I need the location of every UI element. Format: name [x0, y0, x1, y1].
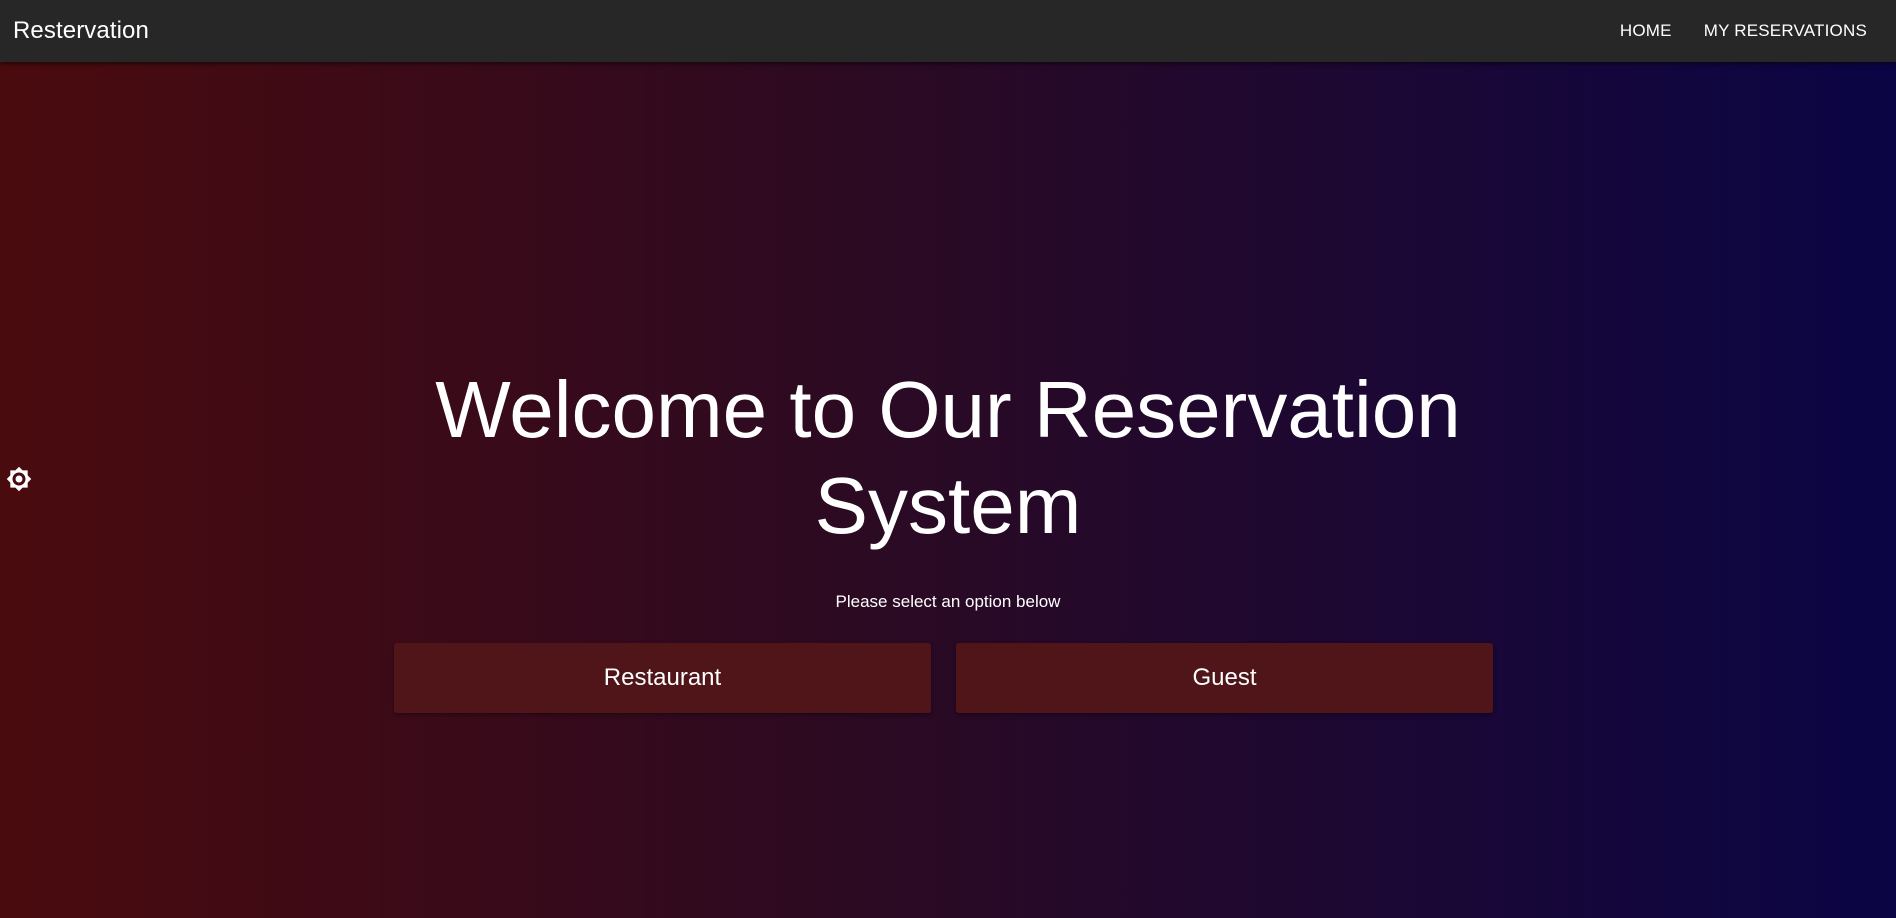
page-title: Welcome to Our Reservation System — [435, 365, 1461, 550]
option-buttons: Restaurant Guest — [394, 643, 1493, 713]
nav-home-link[interactable]: HOME — [1604, 13, 1688, 49]
restaurant-button[interactable]: Restaurant — [394, 643, 931, 713]
hero-section: Welcome to Our Reservation System Please… — [0, 362, 1896, 612]
page-subtitle: Please select an option below — [835, 592, 1061, 611]
nav-my-reservations-link[interactable]: MY RESERVATIONS — [1688, 13, 1883, 49]
nav-links: HOME MY RESERVATIONS — [1604, 13, 1883, 49]
brand-logo-text[interactable]: Restervation — [13, 17, 149, 45]
guest-button[interactable]: Guest — [956, 643, 1493, 713]
top-navbar: Restervation HOME MY RESERVATIONS — [0, 0, 1896, 62]
